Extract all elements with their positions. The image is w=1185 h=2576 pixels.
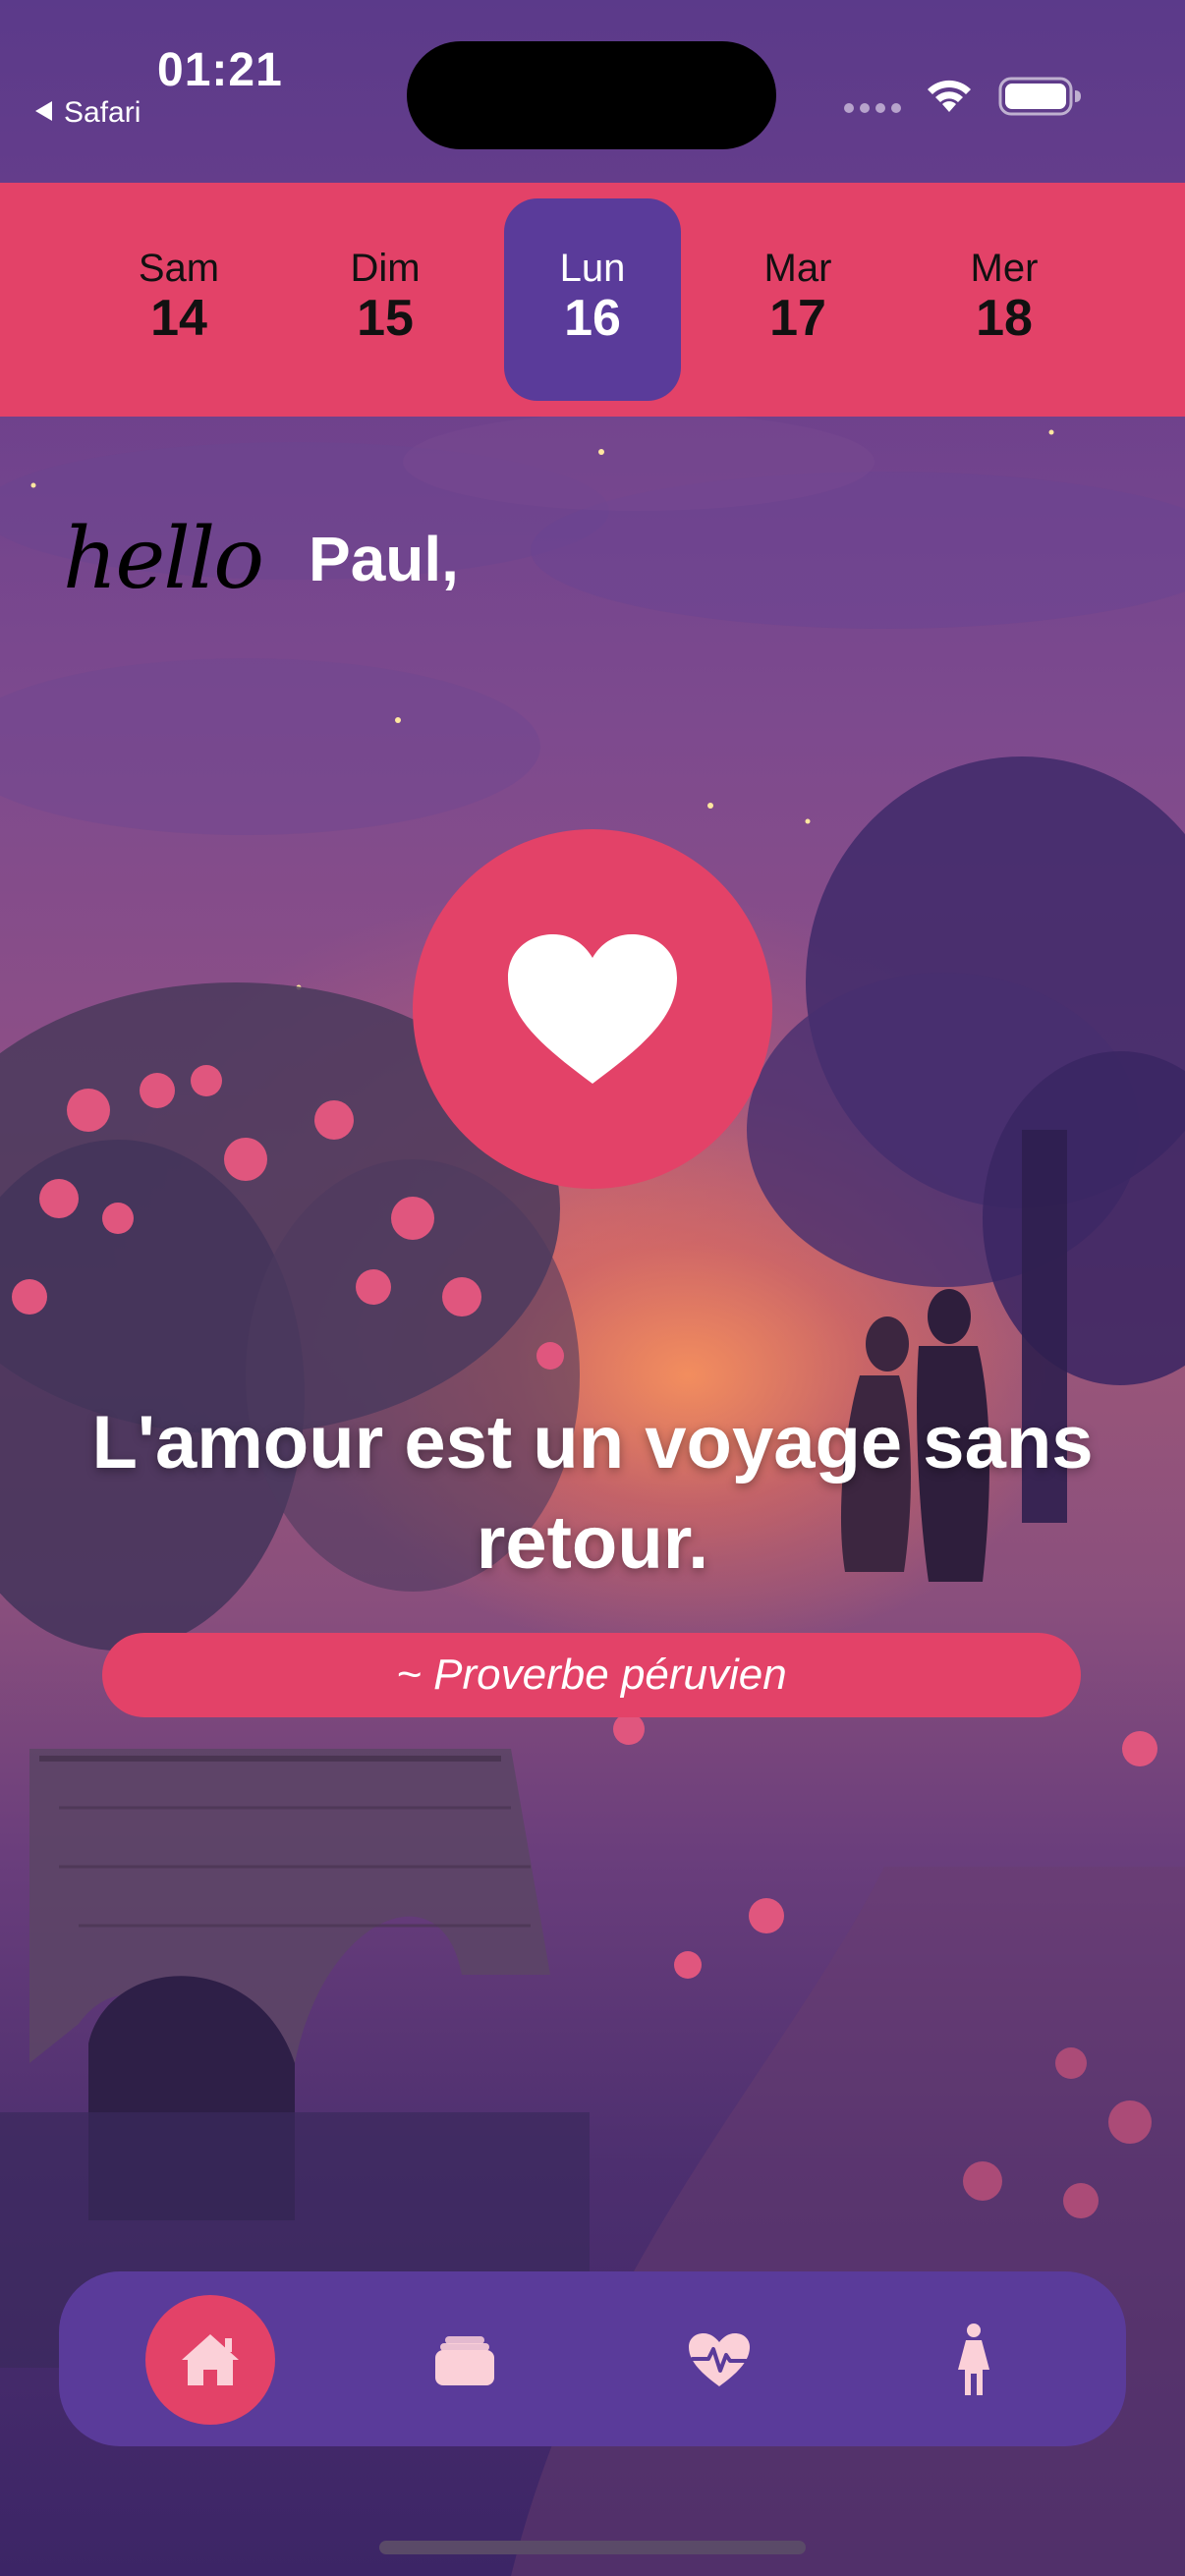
tab-home[interactable] [145, 2295, 275, 2425]
wifi-icon [928, 80, 971, 112]
tab-bar [59, 2271, 1126, 2446]
day-number: 17 [769, 290, 826, 347]
day-mer[interactable]: Mer 18 [916, 198, 1093, 401]
battery-icon [998, 77, 1081, 116]
woman-icon [958, 2324, 989, 2395]
day-mar[interactable]: Mar 17 [709, 198, 886, 401]
heart-icon [508, 934, 677, 1084]
back-arrow-icon [35, 101, 52, 122]
status-time: 01:21 [157, 44, 283, 96]
day-name: Dim [350, 247, 421, 290]
heart-pulse-icon [689, 2333, 750, 2386]
home-icon [182, 2334, 239, 2385]
signal-dots-icon [844, 103, 901, 113]
day-name: Lun [559, 247, 626, 290]
day-name: Sam [138, 247, 220, 290]
tab-cards[interactable] [400, 2295, 530, 2425]
date-strip: Sam 14 Dim 15 Lun 16 Mar 17 Mer 18 [0, 183, 1185, 417]
day-sam[interactable]: Sam 14 [90, 198, 267, 401]
quote-text: L'amour est un voyage sans retour. [91, 1401, 1094, 1585]
day-dim[interactable]: Dim 15 [297, 198, 474, 401]
back-to-app-link[interactable]: Safari [35, 96, 141, 130]
tab-health[interactable] [654, 2295, 784, 2425]
day-name: Mer [970, 247, 1039, 290]
like-heart-button[interactable] [413, 829, 772, 1189]
greeting-name: Paul, [309, 524, 459, 594]
day-name: Mar [763, 247, 832, 290]
day-number: 15 [357, 290, 414, 347]
day-number: 16 [564, 290, 621, 347]
day-number: 18 [976, 290, 1033, 347]
dynamic-island [407, 41, 776, 149]
tab-profile[interactable] [909, 2295, 1039, 2425]
hello-script-text: hello [63, 510, 264, 608]
home-indicator[interactable] [379, 2541, 806, 2554]
cards-stack-icon [435, 2336, 494, 2385]
day-number: 14 [150, 290, 207, 347]
back-app-label: Safari [64, 96, 141, 129]
day-lun-selected[interactable]: Lun 16 [504, 198, 681, 401]
quote-author-badge: ~ Proverbe péruvien [102, 1633, 1081, 1717]
